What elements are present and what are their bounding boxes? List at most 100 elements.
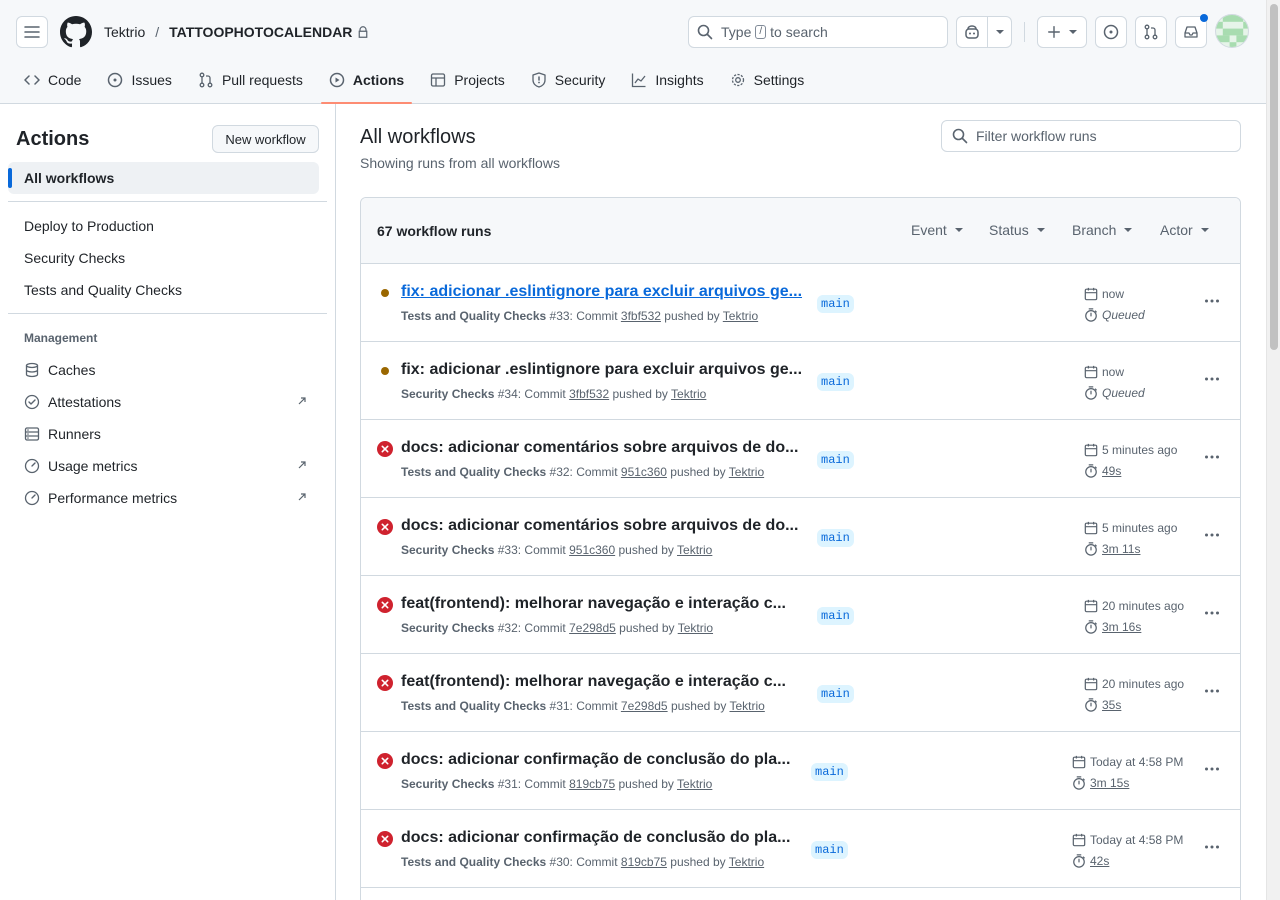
search-suffix: to search — [770, 24, 828, 40]
actor-link[interactable]: Tektrio — [723, 309, 758, 323]
run-duration-text[interactable]: 3m 16s — [1102, 620, 1141, 634]
tab-security[interactable]: Security — [523, 58, 614, 102]
workflow-run-row[interactable]: fix: adicionar .eslintignore para exclui… — [361, 264, 1240, 342]
play-icon — [329, 72, 345, 88]
tab-insights[interactable]: Insights — [623, 58, 711, 102]
issues-button[interactable] — [1095, 16, 1127, 48]
run-duration-text[interactable]: 42s — [1090, 854, 1109, 868]
run-actions-menu-button[interactable] — [1199, 834, 1225, 860]
tab-pull-requests[interactable]: Pull requests — [190, 58, 311, 102]
copilot-menu-button[interactable] — [988, 16, 1012, 48]
run-title-link[interactable]: feat(frontend): melhorar navegação e int… — [401, 673, 786, 691]
sidebar-item-attestations[interactable]: Attestations — [8, 386, 319, 418]
sidebar-item-deploy-to-production[interactable]: Deploy to Production — [8, 210, 319, 242]
new-workflow-button[interactable]: New workflow — [212, 125, 319, 153]
tab-actions[interactable]: Actions — [320, 58, 413, 104]
actor-link[interactable]: Tektrio — [677, 543, 712, 557]
run-title-link[interactable]: docs: adicionar comentários sobre arquiv… — [401, 517, 798, 535]
run-duration: 35s — [1084, 698, 1121, 712]
sidebar-item-performance-metrics[interactable]: Performance metrics — [8, 482, 319, 514]
scrollbar-thumb[interactable] — [1270, 4, 1278, 350]
branch-filter-dropdown[interactable]: Branch — [1072, 222, 1133, 238]
run-title-link[interactable]: docs: adicionar confirmação de conclusão… — [401, 829, 790, 847]
run-actions-menu-button[interactable] — [1199, 678, 1225, 704]
run-actions-menu-button[interactable] — [1199, 444, 1225, 470]
commit-sha-link[interactable]: 7e298d5 — [569, 621, 616, 635]
workflow-run-row[interactable]: feat(frontend): melhorar navegação e int… — [361, 654, 1240, 732]
branch-label[interactable]: main — [817, 373, 854, 391]
commit-sha-link[interactable]: 819cb75 — [621, 855, 667, 869]
sidebar-item-runners[interactable]: Runners — [8, 418, 319, 450]
run-duration-text[interactable]: 3m 15s — [1090, 776, 1129, 790]
actor-link[interactable]: Tektrio — [729, 699, 764, 713]
workflow-run-row[interactable]: docs: adicionar comentários sobre arquiv… — [361, 420, 1240, 498]
actor-link[interactable]: Tektrio — [729, 465, 764, 479]
branch-label[interactable]: main — [817, 607, 854, 625]
run-title-link[interactable]: feat(frontend): melhorar navegação e int… — [401, 595, 786, 613]
actor-link[interactable]: Tektrio — [729, 855, 764, 869]
actor-link[interactable]: Tektrio — [677, 777, 712, 791]
breadcrumb-owner[interactable]: Tektrio — [104, 24, 145, 40]
workflow-run-row[interactable]: docs: adicionar confirmação de conclusão… — [361, 732, 1240, 810]
commit-sha-link[interactable]: 819cb75 — [569, 777, 615, 791]
global-search[interactable]: Type / to search — [688, 16, 948, 48]
triangle-down-icon — [954, 228, 963, 232]
branch-label[interactable]: main — [817, 295, 854, 313]
run-actions-menu-button[interactable] — [1199, 756, 1225, 782]
commit-sha-link[interactable]: 3fbf532 — [569, 387, 609, 401]
event-filter-dropdown[interactable]: Event — [911, 222, 963, 238]
run-number: #31 — [549, 699, 570, 713]
run-duration-text[interactable]: 35s — [1102, 698, 1121, 712]
workflow-run-row[interactable]: docs: adicionar comentários sobre arquiv… — [361, 498, 1240, 576]
run-title-link[interactable]: fix: adicionar .eslintignore para exclui… — [401, 361, 802, 379]
run-actions-menu-button[interactable] — [1199, 522, 1225, 548]
run-actions-menu-button[interactable] — [1199, 366, 1225, 392]
branch-label[interactable]: main — [817, 685, 854, 703]
copilot-button[interactable] — [956, 16, 988, 48]
commit-sha-link[interactable]: 7e298d5 — [621, 699, 668, 713]
status-filter-dropdown[interactable]: Status — [989, 222, 1045, 238]
sidebar-item-usage-metrics[interactable]: Usage metrics — [8, 450, 319, 482]
workflow-run-row[interactable]: docs: adicionar confirmação de conclusão… — [361, 810, 1240, 888]
run-duration-text[interactable]: 49s — [1102, 464, 1121, 478]
tab-code[interactable]: Code — [16, 58, 89, 102]
run-number: #33 — [497, 543, 518, 557]
branch-label[interactable]: main — [817, 529, 854, 547]
run-actions-menu-button[interactable] — [1199, 288, 1225, 314]
actor-link[interactable]: Tektrio — [678, 621, 713, 635]
run-title-link[interactable]: docs: adicionar confirmação de conclusão… — [401, 751, 790, 769]
sidebar-item-security-checks[interactable]: Security Checks — [8, 242, 319, 274]
sidebar-item-all-workflows[interactable]: All workflows — [8, 162, 319, 194]
actor-filter-dropdown[interactable]: Actor — [1160, 222, 1209, 238]
status-failure — [377, 519, 393, 535]
commit-sha-link[interactable]: 951c360 — [569, 543, 615, 557]
run-duration-text[interactable]: 3m 11s — [1102, 542, 1140, 556]
database-icon — [25, 362, 39, 378]
pull-requests-button[interactable] — [1135, 16, 1167, 48]
run-title-link[interactable]: fix: adicionar .eslintignore para exclui… — [401, 283, 802, 301]
run-actions-menu-button[interactable] — [1199, 600, 1225, 626]
sidebar-item-caches[interactable]: Caches — [8, 354, 319, 386]
tab-issues[interactable]: Issues — [99, 58, 179, 102]
tab-projects[interactable]: Projects — [422, 58, 513, 102]
breadcrumb-repo[interactable]: TATTOOPHOTOCALENDAR — [169, 24, 352, 40]
avatar[interactable] — [1215, 14, 1249, 48]
run-title-link[interactable]: docs: adicionar comentários sobre arquiv… — [401, 439, 798, 457]
sidebar-item-tests-and-quality-checks[interactable]: Tests and Quality Checks — [8, 274, 319, 306]
branch-label[interactable]: main — [817, 451, 854, 469]
filter-workflow-runs-input[interactable]: Filter workflow runs — [941, 120, 1241, 152]
commit-sha-link[interactable]: 3fbf532 — [621, 309, 661, 323]
tab-settings[interactable]: Settings — [722, 58, 813, 102]
github-logo[interactable] — [60, 16, 92, 48]
commit-sha-link[interactable]: 951c360 — [621, 465, 667, 479]
actor-link[interactable]: Tektrio — [671, 387, 706, 401]
branch-label[interactable]: main — [811, 763, 848, 781]
workflow-run-row[interactable]: feat(frontend): melhorar navegação e int… — [361, 576, 1240, 654]
filter-placeholder: Filter workflow runs — [976, 128, 1097, 144]
branch-label[interactable]: main — [811, 841, 848, 859]
workflow-run-row[interactable]: fix: adicionar .eslintignore para exclui… — [361, 342, 1240, 420]
create-new-button[interactable] — [1037, 16, 1087, 48]
run-timestamp: 5 minutes ago — [1084, 443, 1177, 457]
menu-button[interactable] — [16, 16, 48, 48]
page-scrollbar[interactable] — [1266, 0, 1280, 900]
